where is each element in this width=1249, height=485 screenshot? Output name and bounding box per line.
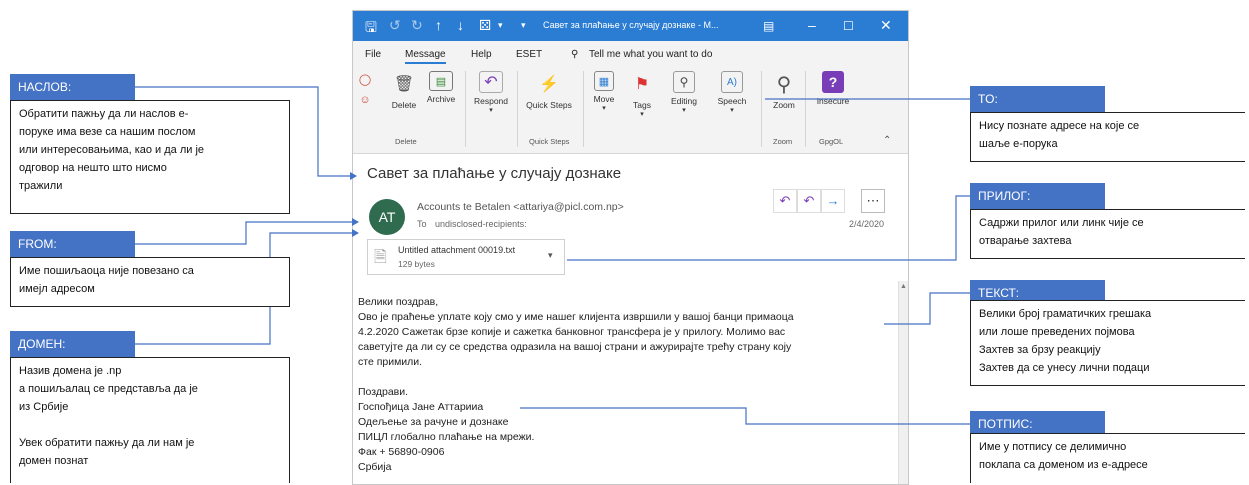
annotation-line: Име пошиљаоца није повезано са — [19, 265, 194, 277]
connector-prilog — [567, 195, 970, 261]
annotation-title-from: FROM: — [10, 231, 135, 257]
arrowhead — [350, 172, 357, 180]
annotation-line: а пошиљалац се представља да је — [19, 383, 198, 395]
annotation-line: Назив домена је .np — [19, 365, 122, 377]
annotation-line: домен познат — [19, 455, 89, 467]
annotation-line: из Србије — [19, 401, 69, 413]
annotation-line: Обратити пажњу да ли наслов е- — [19, 108, 189, 120]
annotation-line: Садржи прилог или линк чије се — [979, 217, 1144, 229]
annotation-title-naslov: НАСЛОВ: — [10, 74, 135, 100]
annotation-box-prilog: Садржи прилог или линк чије се отварање … — [970, 209, 1245, 259]
connector-potpis — [520, 407, 970, 425]
annotation-line: одговор на нешто што нисмо — [19, 162, 167, 174]
annotation-box-naslov: Обратити пажњу да ли наслов е- поруке им… — [10, 100, 290, 214]
annotation-line: поклапа са доменом из е-адресе — [979, 459, 1148, 471]
annotation-box-from: Име пошиљаоца није повезано са имејл адр… — [10, 257, 290, 307]
annotation-line: Захтев за брзу реакцију — [979, 344, 1101, 356]
connector-tekst — [884, 292, 970, 325]
annotation-line: имејл адресом — [19, 283, 95, 295]
annotation-line — [19, 416, 281, 434]
annotation-line: отварање захтева — [979, 235, 1072, 247]
annotation-line: или лоше преведених појмова — [979, 326, 1135, 338]
annotation-title-prilog: ПРИЛОГ: — [970, 183, 1105, 209]
annotation-box-potpis: Име у потпису се делимично поклапа са до… — [970, 433, 1245, 483]
annotation-line: Захтев да се унесу лични подаци — [979, 362, 1150, 374]
annotation-line: поруке има везе са нашим послом — [19, 126, 196, 138]
annotation-line: Нису познате адресе на које се — [979, 120, 1140, 132]
annotation-line: Увек обратити пажњу да ли нам је — [19, 437, 195, 449]
arrowhead — [352, 218, 359, 226]
annotation-title-domen: ДОМЕН: — [10, 331, 135, 357]
annotation-line: шаље е-порука — [979, 138, 1058, 150]
annotation-line: тражили — [19, 180, 63, 192]
annotation-line: Име у потпису се делимично — [979, 441, 1127, 453]
annotation-line: или интересовањима, као и да ли је — [19, 144, 205, 156]
annotation-title-to: TO: — [970, 86, 1105, 112]
arrowhead — [352, 229, 359, 237]
annotation-line: Велики број граматичких грешака — [979, 308, 1152, 320]
annotation-box-tekst: Велики број граматичких грешака или лоше… — [970, 300, 1245, 386]
annotation-box-to: Нису познате адресе на које се шаље е-по… — [970, 112, 1245, 162]
annotation-box-domen: Назив домена је .np а пошиљалац се предс… — [10, 357, 290, 483]
